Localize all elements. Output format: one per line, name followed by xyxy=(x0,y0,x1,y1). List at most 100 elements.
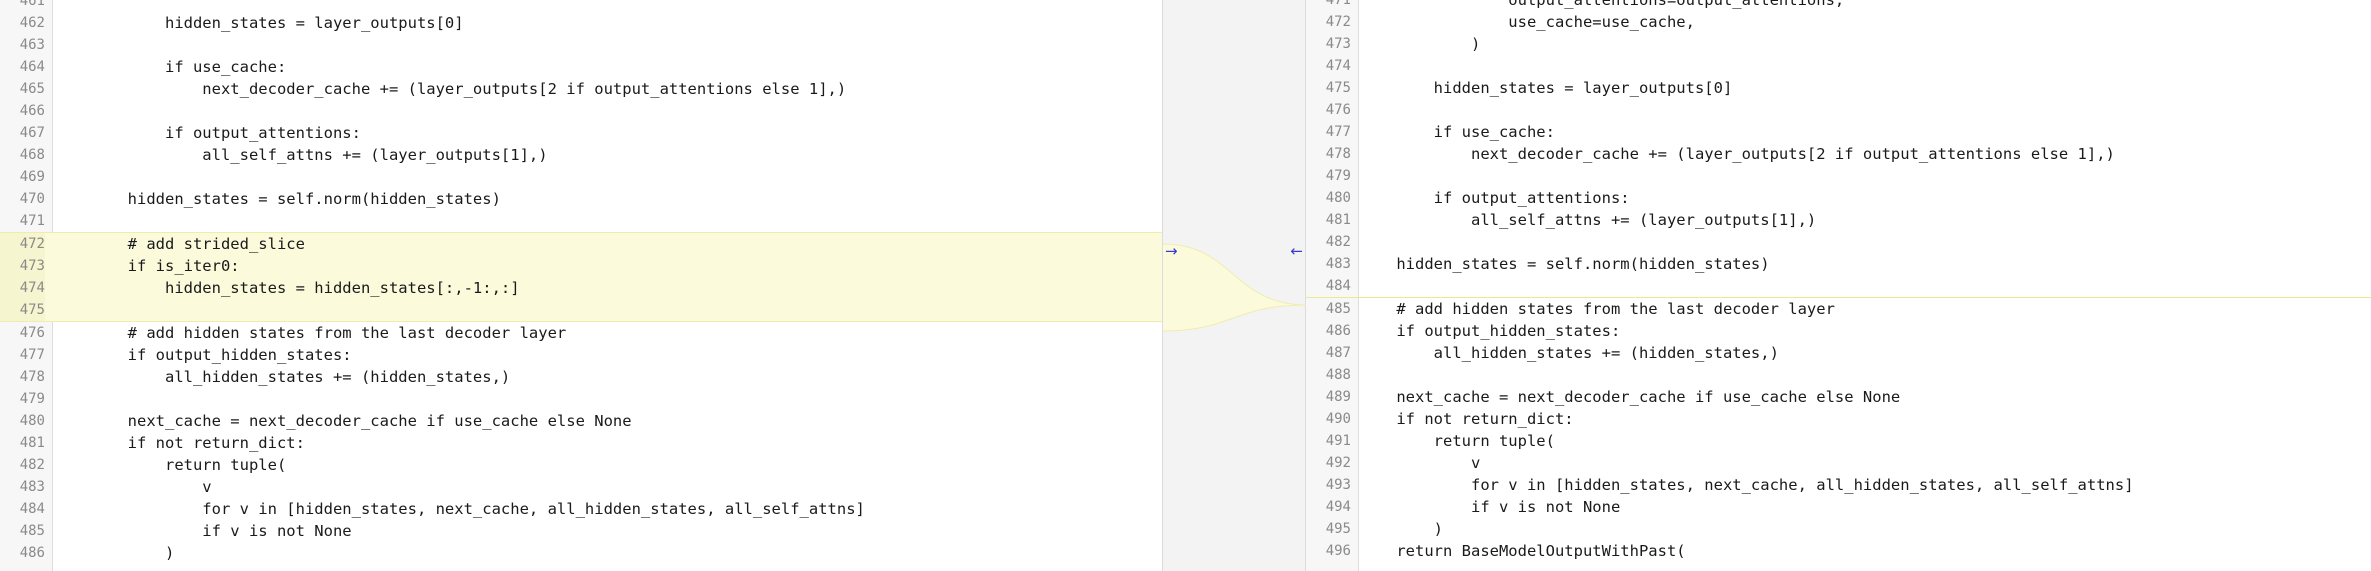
line-code-text: # add strided_slice xyxy=(53,235,305,253)
line-number: 494 xyxy=(1325,499,1351,515)
code-line: 474 hidden_states = hidden_states[:,-1:,… xyxy=(0,277,1162,299)
code-line: 480 if output_attentions: xyxy=(1306,187,2371,209)
line-code-text: if use_cache: xyxy=(53,58,287,76)
line-code-text: hidden_states = hidden_states[:,-1:,:] xyxy=(53,279,520,297)
left-code-lines: 461 462 hidden_states = layer_outputs[0] 4… xyxy=(0,0,1162,564)
line-number: 482 xyxy=(1325,234,1351,250)
left-file-pane[interactable]: 461 462 hidden_states = layer_outputs[0] 4… xyxy=(0,0,1162,571)
code-line: 470 hidden_states = self.norm(hidden_sta… xyxy=(0,188,1162,210)
line-code-text: hidden_states = self.norm(hidden_states) xyxy=(53,190,501,208)
code-line: 465 next_decoder_cache += (layer_outputs… xyxy=(0,78,1162,100)
code-line: 462 hidden_states = layer_outputs[0] xyxy=(0,12,1162,34)
line-number: 493 xyxy=(1325,477,1351,493)
code-line: 486 if output_hidden_states: xyxy=(1306,320,2371,342)
line-number: 483 xyxy=(1325,256,1351,272)
code-line: 481 if not return_dict: xyxy=(0,432,1162,454)
code-line: 468 all_self_attns += (layer_outputs[1],… xyxy=(0,144,1162,166)
line-code-text: output_attentions=output_attentions, xyxy=(1359,0,1845,9)
code-line: 478 next_decoder_cache += (layer_outputs… xyxy=(1306,143,2371,165)
line-number: 471 xyxy=(1325,0,1351,8)
line-code-text: if output_attentions: xyxy=(1359,189,1630,207)
line-number: 463 xyxy=(19,37,45,53)
line-code-text: v xyxy=(53,478,212,496)
line-code-text: all_hidden_states += (hidden_states,) xyxy=(53,368,511,386)
code-line: 492 v xyxy=(1306,452,2371,474)
line-number: 466 xyxy=(19,103,45,119)
line-number: 468 xyxy=(19,147,45,163)
code-line: 467 if output_attentions: xyxy=(0,122,1162,144)
code-line: 477 if output_hidden_states: xyxy=(0,344,1162,366)
line-code-text: next_decoder_cache += (layer_outputs[2 i… xyxy=(1359,145,2115,163)
line-code-text: next_cache = next_decoder_cache if use_c… xyxy=(53,412,632,430)
code-line: 477 if use_cache: xyxy=(1306,121,2371,143)
line-code-text: return BaseModelOutputWithPast( xyxy=(1359,542,1686,560)
code-line: 472 use_cache=use_cache, xyxy=(1306,11,2371,33)
code-line: 476 xyxy=(1306,99,2371,121)
line-code-text: # add hidden states from the last decode… xyxy=(1359,300,1835,318)
line-code-text: if output_hidden_states: xyxy=(53,346,352,364)
code-line: 461 xyxy=(0,0,1162,12)
line-code-text: for v in [hidden_states, next_cache, all… xyxy=(53,500,865,518)
line-code-text: use_cache=use_cache, xyxy=(1359,13,1695,31)
line-number: 485 xyxy=(1325,301,1351,317)
code-line: 466 xyxy=(0,100,1162,122)
line-number: 478 xyxy=(1325,146,1351,162)
line-number: 462 xyxy=(19,15,45,31)
line-number: 467 xyxy=(19,125,45,141)
code-line: 490 if not return_dict: xyxy=(1306,408,2371,430)
line-code-text: # add hidden states from the last decode… xyxy=(53,324,567,342)
right-file-pane[interactable]: 471 output_attentions=output_attentions,… xyxy=(1306,0,2371,571)
code-line: 464 if use_cache: xyxy=(0,56,1162,78)
code-line: 485 if v is not None xyxy=(0,520,1162,542)
line-number: 461 xyxy=(19,0,45,9)
line-code-text: hidden_states = layer_outputs[0] xyxy=(53,14,464,32)
code-line: 494 if v is not None xyxy=(1306,496,2371,518)
line-number: 481 xyxy=(1325,212,1351,228)
line-number: 479 xyxy=(1325,168,1351,184)
line-number: 464 xyxy=(19,59,45,75)
line-code-text: if use_cache: xyxy=(1359,123,1555,141)
line-code-text: if is_iter0: xyxy=(53,257,240,275)
line-number: 472 xyxy=(0,233,45,255)
code-line: 473 if is_iter0: xyxy=(0,255,1162,277)
line-code-text: for v in [hidden_states, next_cache, all… xyxy=(1359,476,2134,494)
code-line: 496 return BaseModelOutputWithPast( xyxy=(1306,540,2371,562)
line-number: 476 xyxy=(19,325,45,341)
line-code-text: if output_attentions: xyxy=(53,124,361,142)
copy-change-left-arrow-icon[interactable]: ← xyxy=(1290,244,1303,259)
diff-viewer: 461 462 hidden_states = layer_outputs[0] 4… xyxy=(0,0,2371,571)
line-code-text: next_decoder_cache += (layer_outputs[2 i… xyxy=(53,80,847,98)
line-code-text: all_self_attns += (layer_outputs[1],) xyxy=(53,146,548,164)
code-line: 479 xyxy=(0,388,1162,410)
code-line: 475 xyxy=(0,299,1162,322)
code-line: 493 for v in [hidden_states, next_cache,… xyxy=(1306,474,2371,496)
line-code-text: ) xyxy=(1359,35,1481,53)
line-number: 478 xyxy=(19,369,45,385)
line-number: 469 xyxy=(19,169,45,185)
line-code-text: if not return_dict: xyxy=(1359,410,1574,428)
line-number: 486 xyxy=(19,545,45,561)
line-number: 474 xyxy=(1325,58,1351,74)
line-code-text: return tuple( xyxy=(53,456,287,474)
copy-change-right-arrow-icon[interactable]: → xyxy=(1165,244,1178,259)
line-code-text: ) xyxy=(53,544,175,562)
code-line: 479 xyxy=(1306,165,2371,187)
line-number: 490 xyxy=(1325,411,1351,427)
code-line: 489 next_cache = next_decoder_cache if u… xyxy=(1306,386,2371,408)
line-number: 492 xyxy=(1325,455,1351,471)
code-line: 486 ) xyxy=(0,542,1162,564)
line-number: 482 xyxy=(19,457,45,473)
line-number: 471 xyxy=(19,213,45,229)
code-line: 484 for v in [hidden_states, next_cache,… xyxy=(0,498,1162,520)
code-line: 474 xyxy=(1306,55,2371,77)
code-line: 475 hidden_states = layer_outputs[0] xyxy=(1306,77,2371,99)
line-number: 472 xyxy=(1325,14,1351,30)
diff-connector-gutter: → ← xyxy=(1162,0,1307,571)
line-number: 473 xyxy=(1325,36,1351,52)
line-number: 477 xyxy=(19,347,45,363)
line-code-text: v xyxy=(1359,454,1481,472)
code-line: 484 xyxy=(1306,275,2371,298)
code-line: 473 ) xyxy=(1306,33,2371,55)
line-number: 495 xyxy=(1325,521,1351,537)
line-code-text: all_hidden_states += (hidden_states,) xyxy=(1359,344,1779,362)
